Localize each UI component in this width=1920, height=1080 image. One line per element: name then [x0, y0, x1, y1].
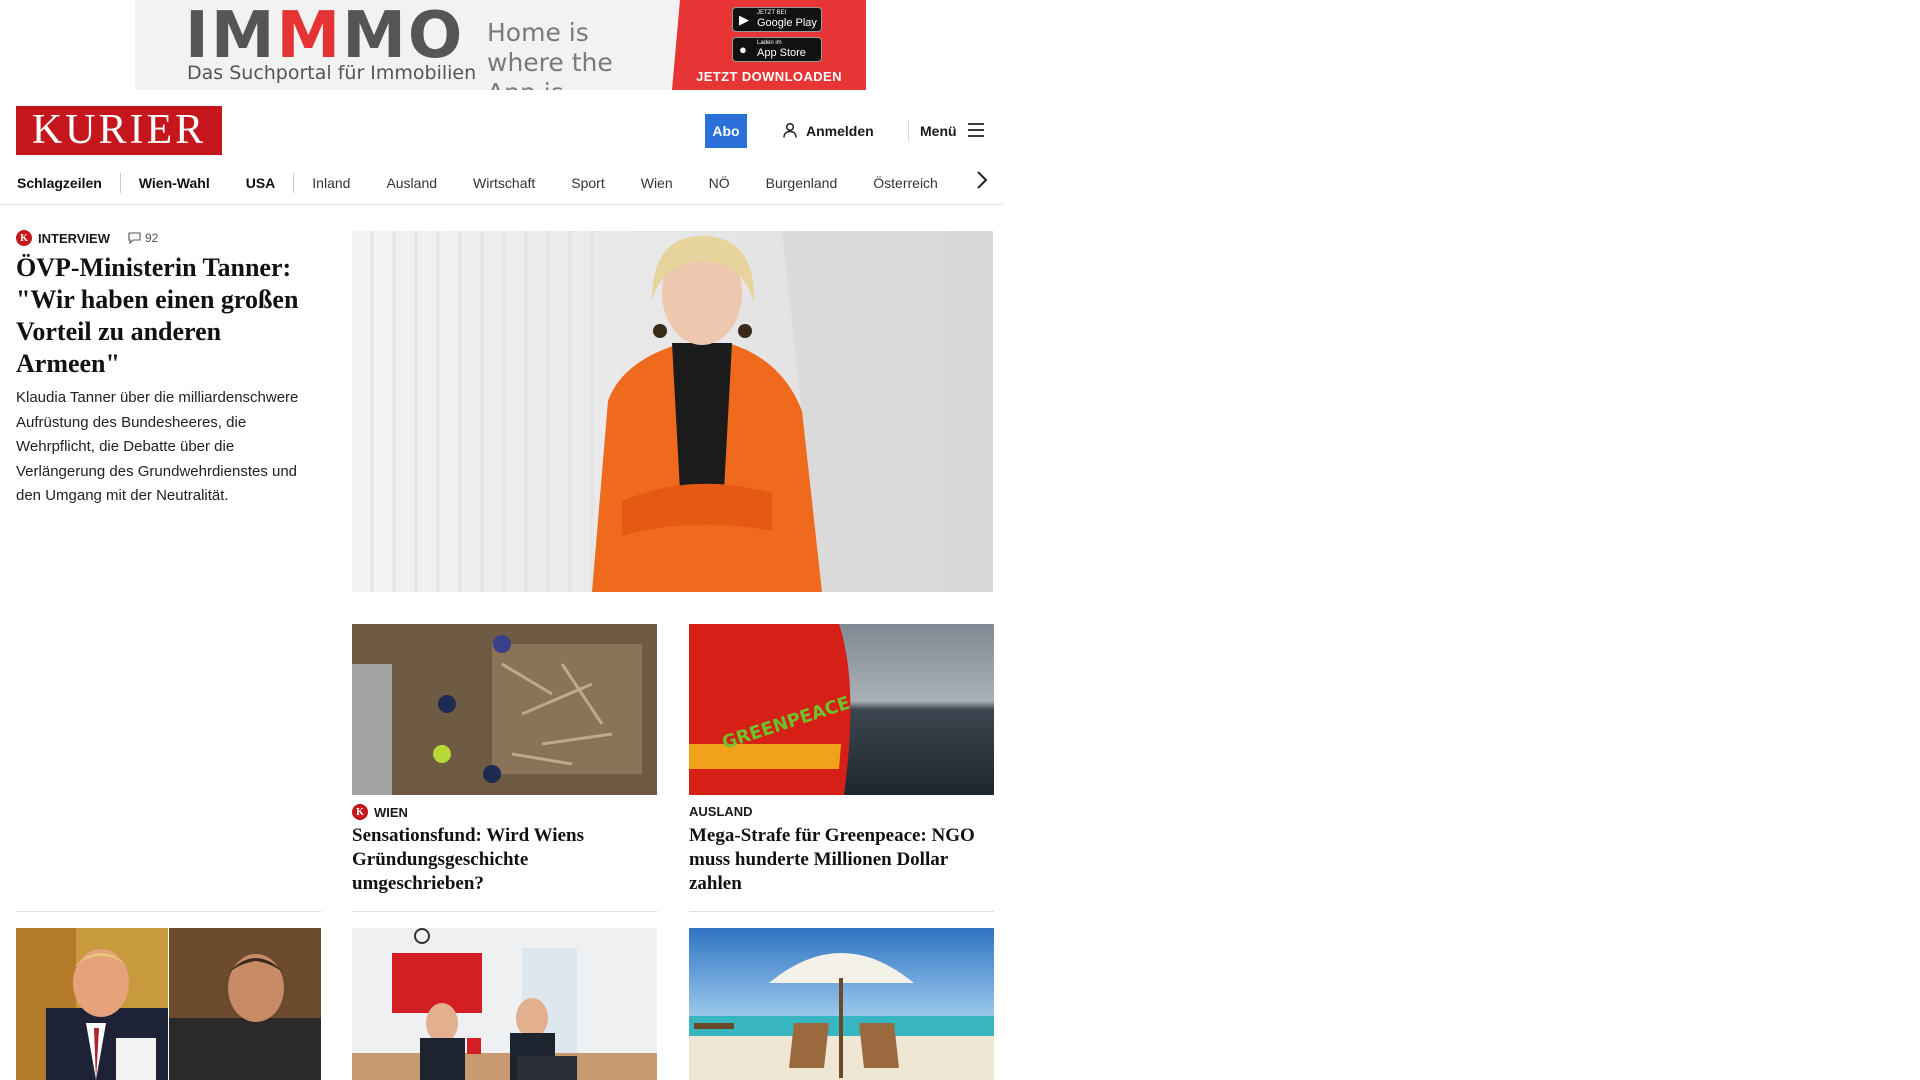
- app-store-badge[interactable]: ● Laden im App Store: [732, 37, 822, 62]
- teaser-kicker-ausland[interactable]: AUSLAND: [689, 804, 753, 819]
- nav-divider: [0, 204, 1003, 205]
- chevron-right-icon[interactable]: [972, 168, 992, 192]
- nav-item-inland[interactable]: Inland: [294, 175, 368, 191]
- divider-line: [16, 911, 321, 912]
- nav-item-schlagzeilen[interactable]: Schlagzeilen: [16, 175, 120, 191]
- nav-item-wirtschaft[interactable]: Wirtschaft: [455, 175, 553, 191]
- nav-item-usa[interactable]: USA: [228, 175, 294, 191]
- teaser-image-beach[interactable]: [689, 928, 994, 1080]
- menu-button[interactable]: Menü: [920, 120, 985, 142]
- lead-kicker[interactable]: K INTERVIEW 92: [16, 230, 158, 246]
- teaser-category: AUSLAND: [689, 804, 753, 819]
- teaser-image-press-conference[interactable]: [352, 928, 657, 1080]
- ad-brand-subtitle: Das Suchportal für Immobilien: [187, 62, 477, 84]
- teaser-kicker-wien[interactable]: K WIEN: [352, 804, 408, 820]
- lead-headline[interactable]: ÖVP-Ministerin Tanner: "Wir haben einen …: [16, 252, 316, 380]
- divider-line: [352, 911, 657, 912]
- ad-banner[interactable]: IMMMO Das Suchportal für Immobilien Home…: [135, 0, 866, 90]
- login-label: Anmelden: [806, 123, 874, 139]
- kurier-plus-badge-icon: K: [16, 230, 32, 246]
- nav-item-oesterreich[interactable]: Österreich: [855, 175, 956, 191]
- apple-icon: ●: [739, 42, 747, 57]
- teaser-image-excavation[interactable]: [352, 624, 657, 795]
- google-play-badge[interactable]: ▶ JETZT BEI Google Play: [732, 7, 822, 32]
- teaser-headline[interactable]: Mega-Strafe für Greenpeace: NGO muss hun…: [689, 824, 993, 896]
- kurier-logo[interactable]: KURIER: [16, 106, 222, 155]
- nav-item-wien[interactable]: Wien: [623, 175, 691, 191]
- lead-teaser-text: Klaudia Tanner über die milliardenschwer…: [16, 389, 299, 504]
- comment-count-value: 92: [145, 231, 159, 245]
- comment-count[interactable]: 92: [128, 231, 158, 245]
- ad-cta-label[interactable]: JETZT DOWNLOADEN: [672, 69, 866, 84]
- hamburger-icon: [967, 122, 985, 141]
- ad-brand-logo: IMMMO: [185, 0, 465, 73]
- abo-button[interactable]: Abo: [705, 114, 747, 148]
- lead-category: INTERVIEW: [38, 230, 110, 246]
- ad-cta-panel[interactable]: ▶ JETZT BEI Google Play ● Laden im App S…: [672, 0, 866, 90]
- kurier-plus-badge-icon: K: [352, 804, 368, 820]
- user-icon: [782, 122, 798, 141]
- google-play-icon: ▶: [739, 12, 749, 27]
- nav-item-burgenland[interactable]: Burgenland: [748, 175, 856, 191]
- section-nav: Schlagzeilen Wien-Wahl USA Inland Auslan…: [16, 166, 1000, 200]
- nav-item-ausland[interactable]: Ausland: [368, 175, 455, 191]
- lead-article-image[interactable]: [352, 231, 993, 592]
- nav-item-wien-wahl[interactable]: Wien-Wahl: [121, 175, 228, 191]
- comment-icon: [128, 232, 141, 244]
- menu-label: Menü: [920, 123, 957, 139]
- nav-item-noe[interactable]: NÖ: [691, 175, 748, 191]
- nav-item-sport[interactable]: Sport: [553, 175, 622, 191]
- teaser-category: WIEN: [374, 804, 408, 820]
- teaser-image-trump-selenskyj[interactable]: [16, 928, 321, 1080]
- login-button[interactable]: Anmelden: [782, 120, 874, 142]
- ad-claim: Home is where the App is.: [487, 18, 613, 90]
- teaser-image-greenpeace[interactable]: GREENPEACE: [689, 624, 994, 795]
- header-divider: [908, 120, 909, 142]
- divider-line: [689, 911, 994, 912]
- teaser-headline[interactable]: Sensationsfund: Wird Wiens Gründungsgesc…: [352, 824, 656, 896]
